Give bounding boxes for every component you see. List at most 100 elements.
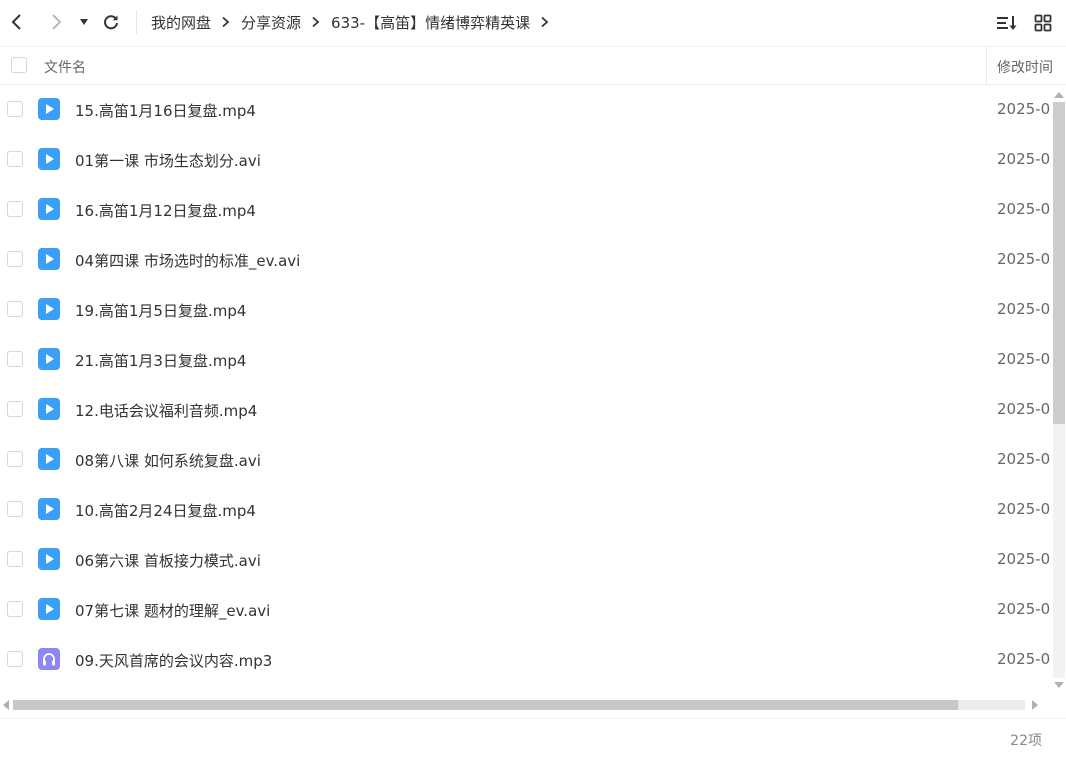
file-row[interactable]: 06第六课 首板接力模式.avi 2025-0 [0, 535, 1052, 585]
chevron-right-icon [52, 14, 62, 30]
file-row[interactable]: 10.高笛2月24日复盘.mp4 2025-0 [0, 485, 1052, 535]
caret-down-icon [80, 19, 88, 25]
back-button[interactable] [3, 8, 31, 36]
file-name: 04第四课 市场选时的标准_ev.avi [75, 252, 301, 270]
file-modified-time: 2025-0 [997, 100, 1051, 118]
video-file-icon [38, 148, 60, 170]
refresh-icon [104, 15, 118, 30]
scroll-right-button[interactable] [1028, 698, 1042, 712]
column-header-name[interactable]: 文件名 [44, 57, 86, 77]
caret-down-icon [1054, 682, 1064, 688]
caret-left-icon [3, 700, 9, 710]
file-name: 19.高笛1月5日复盘.mp4 [75, 302, 247, 320]
forward-button[interactable] [42, 8, 70, 36]
file-row[interactable]: 15.高笛1月16日复盘.mp4 2025-0 [0, 85, 1052, 135]
file-modified-time: 2025-0 [997, 500, 1051, 518]
scroll-up-button[interactable] [1052, 88, 1066, 102]
vertical-scrollbar[interactable] [1052, 88, 1066, 692]
sort-list-icon [997, 16, 1017, 30]
video-file-icon [38, 398, 60, 420]
file-name: 01第一课 市场生态划分.avi [75, 152, 261, 170]
row-checkbox[interactable] [7, 401, 23, 417]
file-modified-time: 2025-0 [997, 150, 1051, 168]
caret-up-icon [1054, 92, 1064, 98]
file-row[interactable]: 08第八课 如何系统复盘.avi 2025-0 [0, 435, 1052, 485]
toolbar: 我的网盘 分享资源 633-【高笛】情绪博弈精英课 [0, 0, 1066, 46]
file-modified-time: 2025-0 [997, 250, 1051, 268]
grid-view-icon [1034, 14, 1052, 32]
file-browser-window: 我的网盘 分享资源 633-【高笛】情绪博弈精英课 文件名 修改时间 15.高笛… [0, 0, 1066, 760]
sort-button[interactable] [994, 10, 1020, 36]
file-modified-time: 2025-0 [997, 400, 1051, 418]
file-row[interactable]: 19.高笛1月5日复盘.mp4 2025-0 [0, 285, 1052, 335]
breadcrumb-item-my-drive[interactable]: 我的网盘 [151, 12, 211, 33]
video-file-icon [38, 198, 60, 220]
horizontal-scrollbar[interactable] [0, 698, 1042, 712]
refresh-button[interactable] [97, 8, 125, 36]
toolbar-divider [136, 10, 137, 34]
file-name: 21.高笛1月3日复盘.mp4 [75, 352, 247, 370]
file-name: 16.高笛1月12日复盘.mp4 [75, 202, 256, 220]
file-name: 15.高笛1月16日复盘.mp4 [75, 102, 256, 120]
file-name: 12.电话会议福利音频.mp4 [75, 402, 258, 420]
breadcrumb: 我的网盘 分享资源 633-【高笛】情绪博弈精英课 [151, 11, 560, 33]
row-checkbox[interactable] [7, 451, 23, 467]
breadcrumb-item-current-folder[interactable]: 633-【高笛】情绪博弈精英课 [331, 12, 530, 33]
video-file-icon [38, 248, 60, 270]
row-checkbox[interactable] [7, 601, 23, 617]
file-modified-time: 2025-0 [997, 550, 1051, 568]
scroll-left-button[interactable] [0, 698, 12, 712]
file-modified-time: 2025-0 [997, 600, 1051, 618]
video-file-icon [38, 98, 60, 120]
row-checkbox[interactable] [7, 301, 23, 317]
file-modified-time: 2025-0 [997, 450, 1051, 468]
file-row[interactable]: 16.高笛1月12日复盘.mp4 2025-0 [0, 185, 1052, 235]
file-modified-time: 2025-0 [997, 200, 1051, 218]
file-name: 09.天风首席的会议内容.mp3 [75, 652, 273, 670]
row-checkbox[interactable] [7, 551, 23, 567]
file-row[interactable]: 21.高笛1月3日复盘.mp4 2025-0 [0, 335, 1052, 385]
file-modified-time: 2025-0 [997, 300, 1051, 318]
row-checkbox[interactable] [7, 101, 23, 117]
video-file-icon [38, 448, 60, 470]
video-file-icon [38, 348, 60, 370]
video-file-icon [38, 498, 60, 520]
grid-view-button[interactable] [1030, 10, 1056, 36]
row-checkbox[interactable] [7, 651, 23, 667]
column-resize-handle[interactable] [986, 47, 987, 85]
vertical-scroll-thumb[interactable] [1053, 102, 1065, 424]
video-file-icon [38, 598, 60, 620]
file-name: 07第七课 题材的理解_ev.avi [75, 602, 271, 620]
file-row[interactable]: 12.电话会议福利音频.mp4 2025-0 [0, 385, 1052, 435]
file-row[interactable]: 09.天风首席的会议内容.mp3 2025-0 [0, 635, 1052, 685]
horizontal-scroll-thumb[interactable] [13, 700, 958, 710]
file-modified-time: 2025-0 [997, 350, 1051, 368]
select-all-checkbox[interactable] [11, 57, 27, 73]
history-dropdown-button[interactable] [73, 8, 95, 36]
file-name: 10.高笛2月24日复盘.mp4 [75, 502, 256, 520]
video-file-icon [38, 298, 60, 320]
file-row[interactable]: 07第七课 题材的理解_ev.avi 2025-0 [0, 585, 1052, 635]
file-row[interactable]: 04第四课 市场选时的标准_ev.avi 2025-0 [0, 235, 1052, 285]
row-checkbox[interactable] [7, 201, 23, 217]
chevron-right-icon[interactable] [530, 11, 560, 33]
chevron-right-icon [211, 11, 241, 33]
scroll-down-button[interactable] [1052, 678, 1066, 692]
item-count: 22项 [1010, 733, 1042, 749]
row-checkbox[interactable] [7, 351, 23, 367]
row-checkbox[interactable] [7, 151, 23, 167]
file-name: 08第八课 如何系统复盘.avi [75, 452, 261, 470]
file-list: 15.高笛1月16日复盘.mp4 2025-0 01第一课 市场生态划分.avi… [0, 85, 1052, 695]
file-row[interactable]: 01第一课 市场生态划分.avi 2025-0 [0, 135, 1052, 185]
row-checkbox[interactable] [7, 501, 23, 517]
row-checkbox[interactable] [7, 251, 23, 267]
file-modified-time: 2025-0 [997, 650, 1051, 668]
column-header-modified[interactable]: 修改时间 [997, 57, 1053, 77]
breadcrumb-item-shared[interactable]: 分享资源 [241, 12, 301, 33]
file-name: 06第六课 首板接力模式.avi [75, 552, 261, 570]
audio-file-icon [38, 648, 60, 670]
status-bar: 22项 [0, 718, 1066, 760]
column-header: 文件名 修改时间 [0, 46, 1066, 85]
video-file-icon [38, 548, 60, 570]
chevron-right-icon [301, 11, 331, 33]
